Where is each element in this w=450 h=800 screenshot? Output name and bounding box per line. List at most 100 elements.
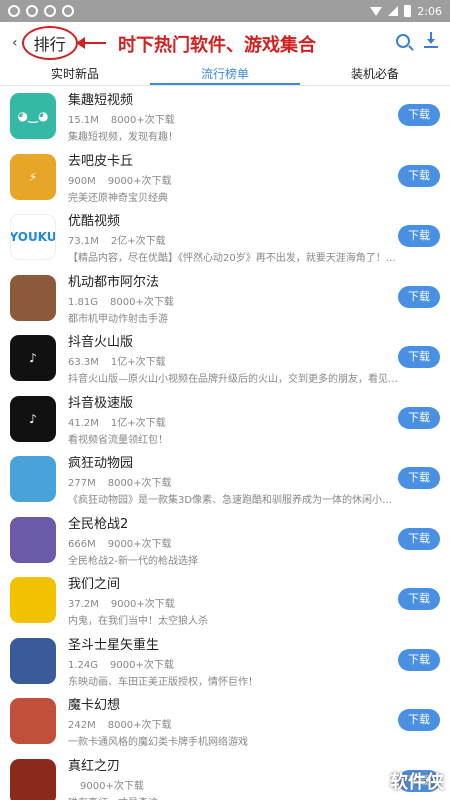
- app-description: 看视频省流量领红包！: [68, 434, 168, 446]
- list-item[interactable]: 圣斗士星矢重生 1.24G 9000+次下载东映动画、车田正美正版授权，情怀巨作！ 下…: [0, 631, 450, 692]
- app-icon: [10, 577, 56, 624]
- tab-new[interactable]: 实时新品: [0, 64, 150, 85]
- app-name: 机动都市阿尔法: [68, 274, 160, 290]
- app-info: 去吧皮卡丘 900M 9000+次下载 完美还原神奇宝贝经典: [68, 150, 440, 204]
- app-description: 抖音火山版—原火山小视频在品牌升级后的火山，交到更多的朋友，看见更大的世界: [68, 374, 398, 386]
- app-size: 37.2M: [68, 599, 99, 611]
- app-meta: 277M 8000+次下载: [68, 474, 440, 489]
- app-meta: 1.24G 9000+次下载: [68, 656, 440, 671]
- list-item[interactable]: 疯狂动物园 277M 8000+次下载 《疯狂动物园》是一款集3D像素、急速跑酷和驯服…: [0, 449, 450, 510]
- app-icon: ♪: [10, 335, 56, 382]
- app-size: 15.1M: [68, 115, 99, 127]
- app-icon: [10, 274, 56, 321]
- notification-icons: [8, 5, 74, 17]
- app-download-count: 1亿+次下载: [110, 357, 166, 369]
- download-button[interactable]: 下载: [398, 225, 440, 247]
- app-info: 优酷视频 73.1M 2亿+次下载 【精品内容，尽在优酷】《怦然心动20岁》再不出发，…: [68, 210, 440, 264]
- app-info: 抖音极速版 41.2M 1亿+次下载 看视频省流量领红包！: [68, 392, 440, 446]
- back-button[interactable]: ‹: [12, 35, 18, 51]
- app-name: 去吧皮卡丘: [68, 153, 134, 169]
- app-info: 机动都市阿尔法 1.81G 8000+次下载 都市机甲动作射击手游: [68, 271, 440, 325]
- watermark: 软件侠: [390, 772, 444, 793]
- app-name: 抖音极速版: [68, 395, 134, 411]
- notification-icon: [26, 5, 38, 17]
- app-name: 真红之刃: [68, 758, 121, 774]
- search-icon[interactable]: [396, 34, 410, 48]
- list-item[interactable]: 我们之间 37.2M 9000+次下载 内鬼，在我们当中！太空狼人杀 下载: [0, 570, 450, 631]
- list-item[interactable]: ⚡ 去吧皮卡丘 900M 9000+次下载 完美还原神奇宝贝经典 下载: [0, 147, 450, 208]
- app-description: 集趣短视频，发现有趣！: [68, 132, 178, 144]
- list-item[interactable]: YOUKU 优酷视频 73.1M 2亿+次下载 【精品内容，尽在优酷】《怦然心动20岁》…: [0, 207, 450, 268]
- list-item[interactable]: 魔卡幻想 242M 8000+次下载 一款卡通风格的魔幻类卡牌手机网络游戏 下载: [0, 691, 450, 752]
- app-name: 集趣短视频: [68, 93, 134, 109]
- download-button[interactable]: 下载: [398, 164, 440, 187]
- wifi-icon: [370, 6, 383, 16]
- app-download-count: 1亿+次下载: [110, 417, 166, 429]
- app-info: 全民枪战2 666M 9000+次下载 全民枪战2-新一代的枪战选择: [68, 513, 440, 567]
- download-button[interactable]: 下载: [398, 588, 440, 610]
- notification-icon: [62, 5, 74, 17]
- app-description: 一款卡通风格的魔幻类卡牌手机网络游戏: [68, 737, 248, 749]
- app-download-count: 8000+次下载: [107, 478, 172, 490]
- app-size: 1.24G: [68, 659, 99, 671]
- notification-icon: [8, 5, 20, 17]
- app-size: 900M: [68, 175, 96, 187]
- list-item[interactable]: ♪ 抖音极速版 41.2M 1亿+次下载 看视频省流量领红包！ 下载: [0, 389, 450, 450]
- app-icon: ◕‿◕: [10, 93, 56, 140]
- list-item[interactable]: 真红之刃9000+次下载唯有真红，才是奇迹。下载: [0, 752, 450, 800]
- download-button[interactable]: 下载: [398, 285, 440, 308]
- app-icon: [10, 758, 56, 800]
- app-size: 666M: [68, 538, 96, 550]
- list-item[interactable]: ♪ 抖音火山版 63.3M 1亿+次下载 抖音火山版—原火山小视频在品牌升级后的火山，交…: [0, 328, 450, 389]
- app-info: 真红之刃 9000+次下载唯有真红，才是奇迹。: [68, 755, 440, 800]
- app-list: ◕‿◕ 集趣短视频 15.1M 8000+次下载 集趣短视频，发现有趣！ 下载 ⚡ 去吧皮卡丘…: [0, 86, 450, 800]
- app-description: 东映动画、车田正美正版授权，情怀巨作！: [68, 676, 258, 688]
- list-item[interactable]: 全民枪战2 666M 9000+次下载 全民枪战2-新一代的枪战选择 下载: [0, 510, 450, 571]
- list-item[interactable]: 机动都市阿尔法 1.81G 8000+次下载 都市机甲动作射击手游 下载: [0, 268, 450, 329]
- tab-essentials[interactable]: 装机必备: [300, 64, 450, 85]
- list-item[interactable]: ◕‿◕ 集趣短视频 15.1M 8000+次下载 集趣短视频，发现有趣！ 下载: [0, 86, 450, 147]
- app-download-count: 9000+次下载: [110, 659, 174, 671]
- annotation-text: 时下热门软件、游戏集合: [118, 35, 316, 56]
- download-button[interactable]: 下载: [398, 648, 440, 671]
- top-header: ‹ 排行 时下热门软件、游戏集合: [0, 22, 450, 64]
- app-download-count: 9000+次下载: [107, 538, 172, 550]
- app-icon: ♪: [10, 395, 56, 442]
- annotation-arrow-icon: [76, 37, 106, 49]
- app-description: 唯有真红，才是奇迹。: [68, 794, 398, 800]
- app-info: 我们之间 37.2M 9000+次下载 内鬼，在我们当中！太空狼人杀: [68, 573, 440, 627]
- app-name: 优酷视频: [68, 214, 121, 230]
- app-size: 73.1M: [68, 236, 99, 248]
- download-button[interactable]: 下载: [398, 346, 440, 368]
- download-button[interactable]: 下载: [398, 527, 440, 550]
- battery-icon: [404, 5, 412, 17]
- app-download-count: 9000+次下载: [110, 599, 175, 611]
- download-manager-icon[interactable]: [424, 32, 438, 50]
- app-size: 63.3M: [68, 357, 99, 369]
- app-info: 圣斗士星矢重生 1.24G 9000+次下载东映动画、车田正美正版授权，情怀巨作！: [68, 634, 440, 688]
- app-meta: 73.1M 2亿+次下载: [68, 232, 440, 247]
- tab-popular[interactable]: 流行榜单: [150, 64, 300, 85]
- app-name: 我们之间: [68, 577, 121, 593]
- app-meta: 242M 8000+次下载: [68, 716, 440, 731]
- app-meta: 666M 9000+次下载: [68, 535, 440, 550]
- app-download-count: 2亿+次下载: [110, 236, 166, 248]
- app-meta: 63.3M 1亿+次下载: [68, 353, 440, 368]
- app-icon: ⚡: [10, 153, 56, 200]
- app-info: 疯狂动物园 277M 8000+次下载 《疯狂动物园》是一款集3D像素、急速跑酷和驯服…: [68, 452, 440, 506]
- title-circle-annotation: 排行: [21, 26, 78, 60]
- download-button[interactable]: 下载: [398, 709, 440, 731]
- app-size: 277M: [68, 478, 96, 490]
- app-meta: 15.1M 8000+次下载: [68, 111, 440, 126]
- download-button[interactable]: 下载: [398, 467, 440, 489]
- app-icon: [10, 456, 56, 503]
- status-bar: 2:06: [0, 0, 450, 22]
- download-button[interactable]: 下载: [398, 406, 440, 429]
- signal-icon: [388, 6, 399, 16]
- app-size: 1.81G: [68, 296, 99, 308]
- app-name: 圣斗士星矢重生: [68, 637, 160, 653]
- app-meta: 900M 9000+次下载: [68, 172, 440, 187]
- app-description: 完美还原神奇宝贝经典: [68, 192, 168, 204]
- app-icon: [10, 637, 56, 684]
- download-button[interactable]: 下载: [398, 104, 440, 126]
